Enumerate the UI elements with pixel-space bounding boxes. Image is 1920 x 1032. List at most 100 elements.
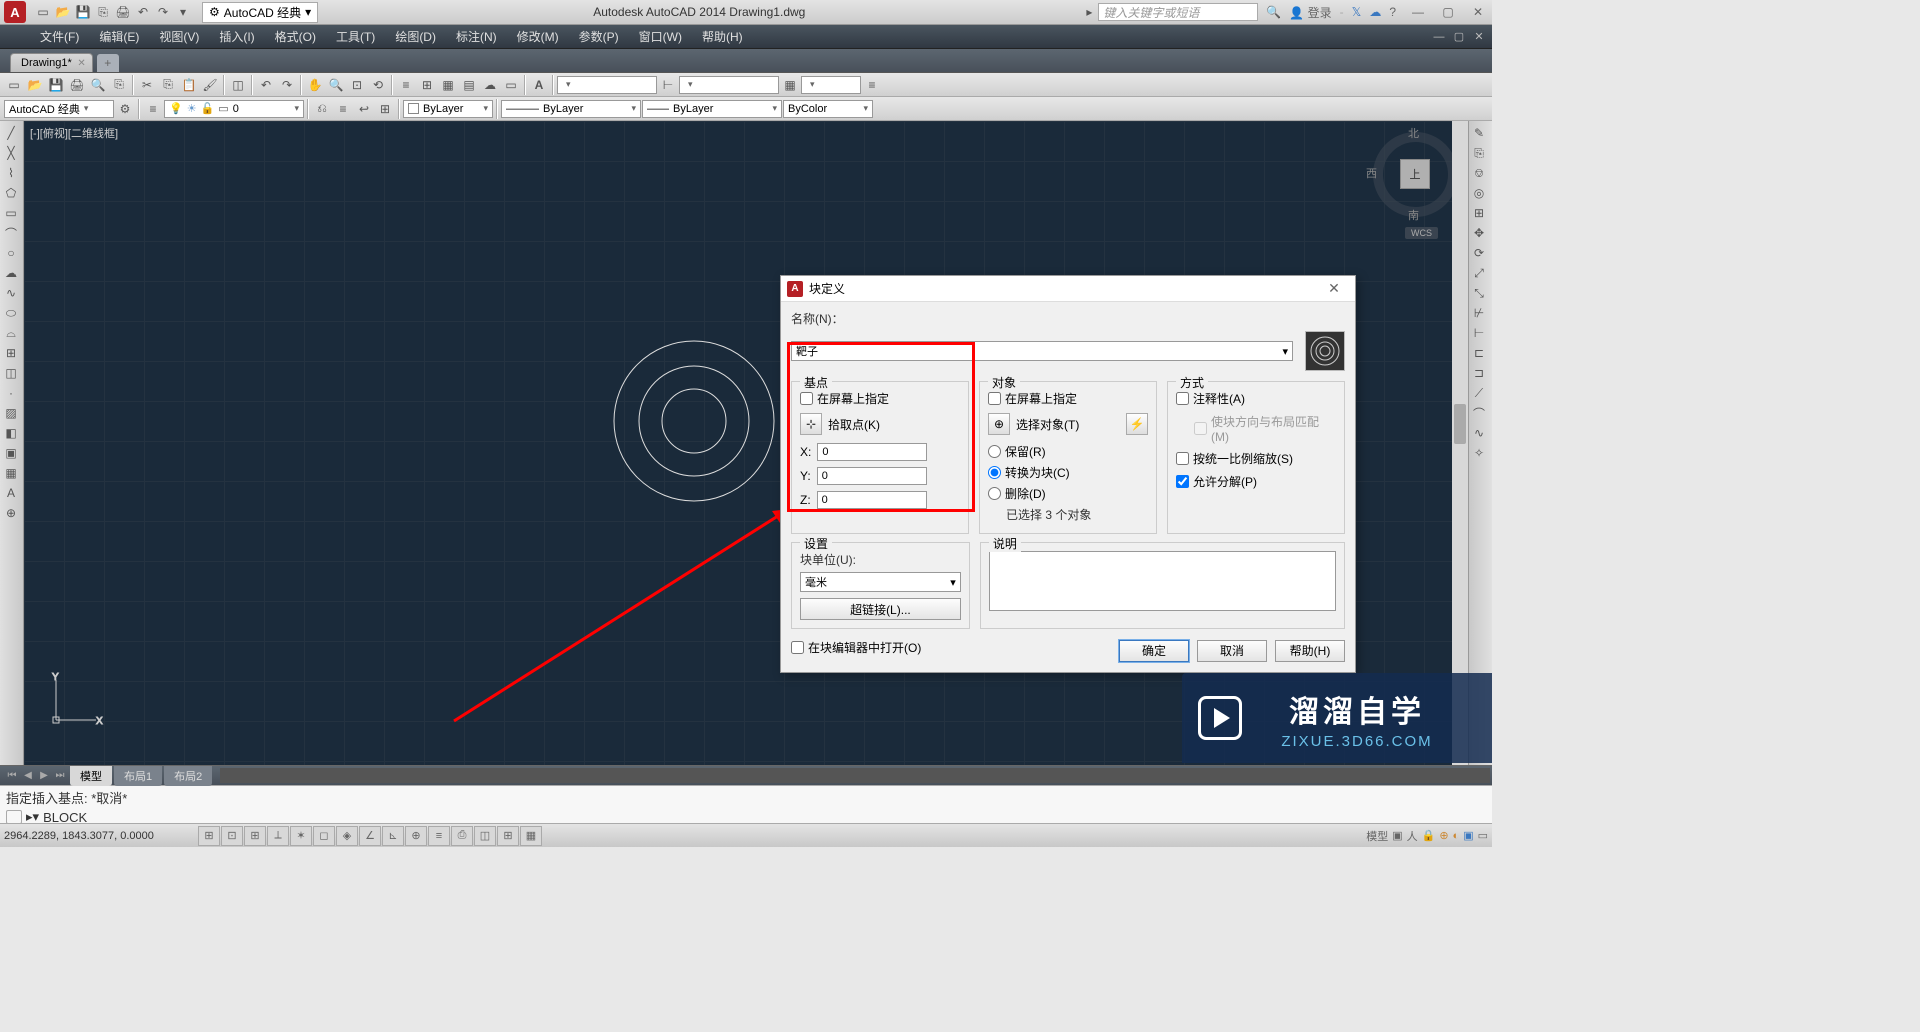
- status-lock-icon[interactable]: 🔒: [1422, 829, 1436, 842]
- binoculars-icon[interactable]: 🔍: [1266, 5, 1281, 19]
- insert-block-icon[interactable]: ⊞: [0, 343, 22, 363]
- dimstyle-combo[interactable]: ▾: [679, 76, 779, 94]
- bp-y-input[interactable]: [817, 467, 927, 485]
- status-annoscale-icon[interactable]: 人: [1407, 828, 1418, 844]
- rectangle-icon[interactable]: ▭: [0, 203, 22, 223]
- pline-icon[interactable]: ⌇: [0, 163, 22, 183]
- horizontal-scrollbar[interactable]: [220, 768, 1490, 783]
- circle-icon[interactable]: ○: [0, 243, 22, 263]
- lineweight-combo[interactable]: ——ByLayer▾: [642, 100, 782, 118]
- delete-radio[interactable]: 删除(D): [988, 485, 1148, 502]
- erase-icon[interactable]: ✎: [1469, 123, 1489, 143]
- spline-icon[interactable]: ∿: [0, 283, 22, 303]
- layer-props-icon[interactable]: ≡: [143, 99, 163, 119]
- cloud-icon[interactable]: ☁: [1369, 5, 1381, 19]
- fillet-icon[interactable]: ⌒: [1469, 403, 1489, 423]
- new-doc-icon[interactable]: ▭: [4, 75, 24, 95]
- mtext-icon[interactable]: A: [0, 483, 22, 503]
- help-icon[interactable]: ?: [1389, 5, 1396, 19]
- properties-icon[interactable]: ≡: [396, 75, 416, 95]
- undo2-icon[interactable]: ↶: [256, 75, 276, 95]
- block-name-combo[interactable]: 靶子▾: [791, 341, 1293, 361]
- scale-uniform-checkbox[interactable]: 按统一比例缩放(S): [1176, 450, 1336, 467]
- coords-readout[interactable]: 2964.2289, 1843.3077, 0.0000: [4, 830, 194, 842]
- ok-button[interactable]: 确定: [1119, 640, 1189, 662]
- point-icon[interactable]: ·: [0, 383, 22, 403]
- filetab-new[interactable]: +: [97, 54, 119, 72]
- tab-layout2[interactable]: 布局2: [164, 766, 212, 786]
- block-editor-icon[interactable]: ◫: [228, 75, 248, 95]
- menu-draw[interactable]: 绘图(D): [385, 28, 446, 45]
- save-doc-icon[interactable]: 💾: [46, 75, 66, 95]
- polar-icon[interactable]: ✶: [290, 826, 312, 846]
- search-arrow-icon[interactable]: ▸: [1080, 3, 1098, 21]
- tablestyle-icon[interactable]: ▦: [780, 75, 800, 95]
- qp-icon[interactable]: ◫: [474, 826, 496, 846]
- print-icon[interactable]: 🖨: [67, 75, 87, 95]
- cut-icon[interactable]: ✂: [137, 75, 157, 95]
- menu-view[interactable]: 视图(V): [149, 28, 209, 45]
- move-icon[interactable]: ✥: [1469, 223, 1489, 243]
- tab-prev-icon[interactable]: ◀: [20, 768, 36, 784]
- pan-icon[interactable]: ✋: [305, 75, 325, 95]
- model-space-label[interactable]: 模型: [1366, 828, 1388, 844]
- linetype-combo[interactable]: ———ByLayer▾: [501, 100, 641, 118]
- sheetset-icon[interactable]: ▤: [459, 75, 479, 95]
- am-icon[interactable]: ▦: [520, 826, 542, 846]
- layer-iso-icon[interactable]: ≡: [333, 99, 353, 119]
- tab-first-icon[interactable]: ⏮: [4, 768, 20, 784]
- offset-icon[interactable]: ◎: [1469, 183, 1489, 203]
- copy-obj-icon[interactable]: ⎘: [1469, 143, 1489, 163]
- zoom-window-icon[interactable]: ⊡: [347, 75, 367, 95]
- plotstyle-combo[interactable]: ByColor▾: [783, 100, 873, 118]
- scale-icon[interactable]: ⤢: [1469, 263, 1489, 283]
- block-unit-combo[interactable]: 毫米▾: [800, 572, 961, 592]
- maximize-button[interactable]: ▢: [1434, 1, 1462, 23]
- color-combo[interactable]: ByLayer▾: [403, 100, 493, 118]
- doc-restore[interactable]: ▢: [1450, 29, 1468, 45]
- wcs-label[interactable]: WCS: [1405, 227, 1438, 239]
- viewcube[interactable]: 上 北 南 西 东: [1370, 129, 1460, 219]
- bp-z-input[interactable]: [817, 491, 927, 509]
- extend-icon[interactable]: ⊢: [1469, 323, 1489, 343]
- close-button[interactable]: ✕: [1464, 1, 1492, 23]
- tab-last-icon[interactable]: ⏭: [52, 768, 68, 784]
- textstyle-icon[interactable]: A: [529, 75, 549, 95]
- tab-next-icon[interactable]: ▶: [36, 768, 52, 784]
- paste-icon[interactable]: 📋: [179, 75, 199, 95]
- status-hw-icon[interactable]: ⊕: [1439, 829, 1448, 842]
- toolpalette-icon[interactable]: ▦: [438, 75, 458, 95]
- arc-icon[interactable]: ⌒: [0, 223, 22, 243]
- sc-icon[interactable]: ⊞: [497, 826, 519, 846]
- tablestyle-combo[interactable]: ▾: [801, 76, 861, 94]
- tab-model[interactable]: 模型: [70, 766, 112, 786]
- textstyle-combo[interactable]: ▾: [557, 76, 657, 94]
- quickselect-button[interactable]: ⚡: [1126, 413, 1148, 435]
- viewport-label[interactable]: [-][俯视][二维线框]: [30, 125, 118, 141]
- tab-layout1[interactable]: 布局1: [114, 766, 162, 786]
- exchange-icon[interactable]: 𝕏: [1352, 5, 1362, 19]
- preview-icon[interactable]: 🔍: [88, 75, 108, 95]
- viewcube-top[interactable]: 上: [1400, 159, 1430, 189]
- zoom-prev-icon[interactable]: ⟲: [368, 75, 388, 95]
- retain-radio[interactable]: 保留(R): [988, 443, 1148, 460]
- break-icon[interactable]: ⊏: [1469, 343, 1489, 363]
- line-icon[interactable]: ╱: [0, 123, 22, 143]
- description-textarea[interactable]: [989, 551, 1336, 611]
- polygon-icon[interactable]: ⬠: [0, 183, 22, 203]
- undo-icon[interactable]: ↶: [134, 3, 152, 21]
- new-icon[interactable]: ▭: [34, 3, 52, 21]
- designcenter-icon[interactable]: ⊞: [417, 75, 437, 95]
- qat-dropdown-icon[interactable]: ▾: [174, 3, 192, 21]
- menu-help[interactable]: 帮助(H): [692, 28, 753, 45]
- vertical-scrollbar[interactable]: [1452, 121, 1468, 765]
- menu-parametric[interactable]: 参数(P): [569, 28, 629, 45]
- status-tray-icon[interactable]: ▣: [1392, 829, 1402, 842]
- filetab-active[interactable]: Drawing1* ✕: [10, 53, 93, 72]
- table-icon[interactable]: ▦: [0, 463, 22, 483]
- command-line[interactable]: 指定插入基点: *取消* ▸▾ BLOCK: [0, 785, 1492, 823]
- save-icon[interactable]: 💾: [74, 3, 92, 21]
- menu-file[interactable]: 文件(F): [30, 28, 89, 45]
- rotate-icon[interactable]: ⟳: [1469, 243, 1489, 263]
- addselect-icon[interactable]: ⊕: [0, 503, 22, 523]
